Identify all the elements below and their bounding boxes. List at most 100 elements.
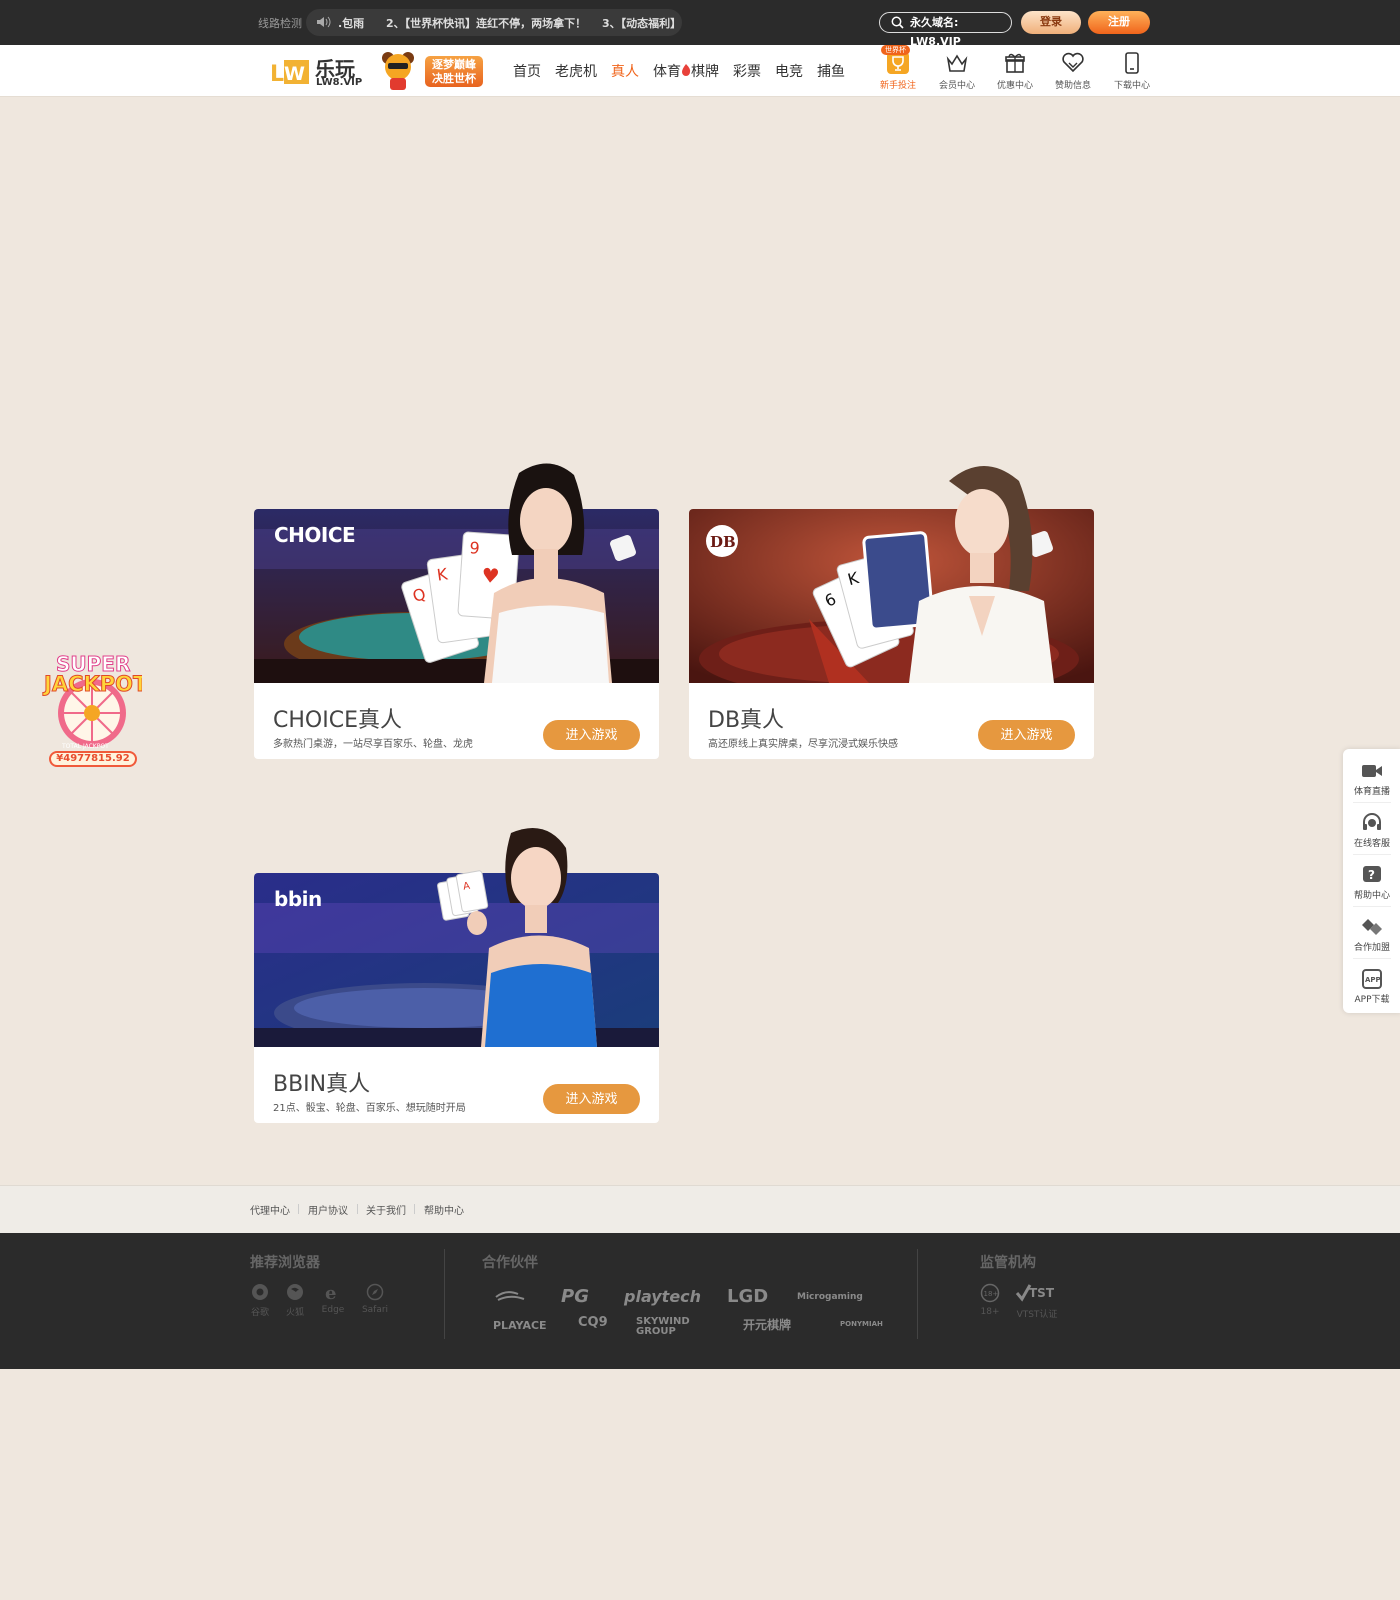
browser-chrome[interactable]: 谷歌	[245, 1283, 275, 1318]
speaker-icon	[317, 16, 331, 28]
permanent-domain[interactable]: 永久域名: LW8.VIP	[879, 12, 1012, 48]
footer: 推荐浏览器 谷歌 火狐 e Edge Safari 合作伙伴 PG playte…	[0, 1233, 1400, 1369]
dealer-image	[909, 466, 1054, 683]
nav-item-chess[interactable]: 棋牌	[691, 61, 719, 81]
quick-beginner-bet[interactable]: 世界杯 新手投注	[870, 45, 926, 91]
divider	[917, 1249, 918, 1339]
quick-label: 优惠中心	[996, 81, 1033, 91]
quick-member-center[interactable]: 会员中心	[929, 51, 985, 91]
site-logo[interactable]: L W 乐玩 LW8.VIP	[270, 53, 366, 89]
partner-lgd: LGD	[727, 1286, 769, 1307]
partner-playtech: playtech	[624, 1287, 702, 1306]
regulator-vtst: TST VTST认证	[1012, 1283, 1062, 1320]
regulator-18plus: 18+ 18+	[975, 1283, 1005, 1317]
nav-bar: L W 乐玩 LW8.VIP 逐梦巅峰 决胜世杯 首页 老虎机 真人 体育 棋牌…	[0, 45, 1400, 97]
tool-help-center[interactable]: ? 帮助中心	[1343, 855, 1400, 907]
login-button[interactable]: 登录	[1021, 11, 1081, 34]
brand-choice: CHOICE	[274, 523, 356, 547]
enter-game-button[interactable]: 进入游戏	[543, 1084, 640, 1114]
footer-link-help[interactable]: 帮助中心	[424, 1202, 464, 1217]
regulator-label: 18+	[980, 1307, 1000, 1317]
nav-item-label: 体育	[653, 64, 681, 80]
partner-pg: PG	[561, 1286, 589, 1307]
age-restriction-icon: 18+	[980, 1283, 1000, 1303]
quick-promo-center[interactable]: 优惠中心	[987, 51, 1043, 91]
brand-bbin: bbin	[274, 887, 322, 911]
logo-domain: LW8.VIP	[316, 77, 363, 88]
nav-item-slots[interactable]: 老虎机	[555, 61, 597, 81]
route-check-link[interactable]: 线路检测	[258, 15, 302, 31]
vtst-verified-icon: TST	[1015, 1284, 1055, 1302]
enter-game-button[interactable]: 进入游戏	[978, 720, 1075, 750]
tool-label: 合作加盟	[1353, 943, 1390, 953]
browser-safari[interactable]: Safari	[360, 1283, 390, 1315]
right-tool-bar: 体育直播 在线客服 ? 帮助中心 合作加盟 APP APP下载	[1343, 749, 1400, 1013]
world-cup-slogan[interactable]: 逐梦巅峰 决胜世杯	[425, 56, 483, 87]
news-ticker[interactable]: .包雨 2、【世界杯快讯】连红不停，两场拿下！ 3、【动态福利】	[306, 9, 682, 36]
jackpot-total-label: TOTAL JACKPOT	[62, 743, 109, 750]
register-button[interactable]: 注册	[1088, 11, 1150, 34]
svg-text:18+: 18+	[984, 1290, 999, 1298]
tool-label: 体育直播	[1353, 787, 1390, 797]
regulators-title: 监管机构	[980, 1255, 1036, 1271]
live-game-card-db: 6 K DB DB真人 高还原线上真实牌桌，尽享沉浸式娱乐快感 进入游戏	[689, 466, 1094, 759]
tool-label: APP下载	[1354, 995, 1390, 1005]
nav-item-sports[interactable]: 体育	[653, 61, 691, 81]
browser-label: Edge	[321, 1305, 345, 1315]
browser-label: 谷歌	[250, 1308, 269, 1318]
bear-mascot-icon	[382, 52, 414, 90]
dealer-image	[484, 463, 612, 683]
browser-edge[interactable]: e Edge	[318, 1283, 348, 1315]
tool-live-chat[interactable]: 在线客服	[1343, 803, 1400, 855]
quick-sponsor-info[interactable]: 赞助信息	[1045, 51, 1101, 91]
video-icon	[1362, 765, 1382, 777]
divider	[357, 1204, 358, 1214]
headset-icon	[1363, 813, 1381, 830]
card-title: CHOICE真人	[273, 708, 402, 733]
nav-item-lottery[interactable]: 彩票	[733, 61, 761, 81]
svg-text:L: L	[270, 62, 284, 85]
gift-icon	[1005, 53, 1025, 73]
card-description: 高还原线上真实牌桌，尽享沉浸式娱乐快感	[708, 739, 898, 750]
chrome-icon	[252, 1284, 268, 1300]
tool-partnership[interactable]: 合作加盟	[1343, 907, 1400, 959]
ticker-message: 3、【动态福利】	[602, 17, 682, 30]
jackpot-widget[interactable]: SUPER JACKPOT TOTAL JACKPOT ¥4977815.92	[42, 647, 148, 772]
quick-label: 赞助信息	[1054, 81, 1091, 91]
svg-text:APP: APP	[1365, 976, 1381, 984]
footer-link-about[interactable]: 关于我们	[366, 1202, 406, 1217]
partner-playace: PLAYACE	[493, 1319, 547, 1332]
tool-label: 在线客服	[1353, 839, 1390, 849]
domain-text: 永久域名: LW8.VIP	[910, 16, 961, 48]
tool-app-download[interactable]: APP APP下载	[1343, 959, 1400, 1011]
partner-logo-icon	[495, 1291, 525, 1301]
partner-cq9: CQ9	[578, 1315, 608, 1330]
browser-label: Safari	[361, 1305, 389, 1315]
phone-icon	[1125, 52, 1139, 74]
safari-icon	[366, 1283, 384, 1301]
nav-item-esports[interactable]: 电竞	[775, 61, 803, 81]
quick-download-center[interactable]: 下载中心	[1104, 51, 1160, 91]
nav-item-home[interactable]: 首页	[513, 61, 541, 81]
partner-ponymiah: PONYMIAH	[840, 1320, 883, 1328]
nav-item-fishing[interactable]: 捕鱼	[817, 61, 845, 81]
tool-sports-live[interactable]: 体育直播	[1343, 751, 1400, 803]
firefox-icon	[287, 1284, 303, 1300]
divider	[414, 1204, 415, 1214]
footer-link-agent[interactable]: 代理中心	[250, 1202, 290, 1217]
edge-icon: e	[325, 1283, 336, 1301]
enter-game-button[interactable]: 进入游戏	[543, 720, 640, 750]
nav-item-live[interactable]: 真人	[611, 61, 639, 81]
card-title: DB真人	[708, 708, 785, 733]
browser-label: 火狐	[285, 1308, 304, 1318]
footer-link-terms[interactable]: 用户协议	[308, 1202, 348, 1217]
card-title: BBIN真人	[273, 1072, 371, 1097]
partner-skywind: SKYWIND GROUP	[636, 1316, 690, 1337]
live-game-card-bbin: bbin A BBIN真人 21点、骰宝、轮盘、百家乐、想玩随时开局 进入游戏	[254, 828, 659, 1123]
crown-icon	[946, 54, 968, 72]
browser-firefox[interactable]: 火狐	[280, 1283, 310, 1318]
quick-label: 下载中心	[1113, 81, 1150, 91]
divider	[298, 1204, 299, 1214]
ticker-message: .包雨	[338, 17, 365, 30]
tool-label: 帮助中心	[1353, 891, 1390, 901]
